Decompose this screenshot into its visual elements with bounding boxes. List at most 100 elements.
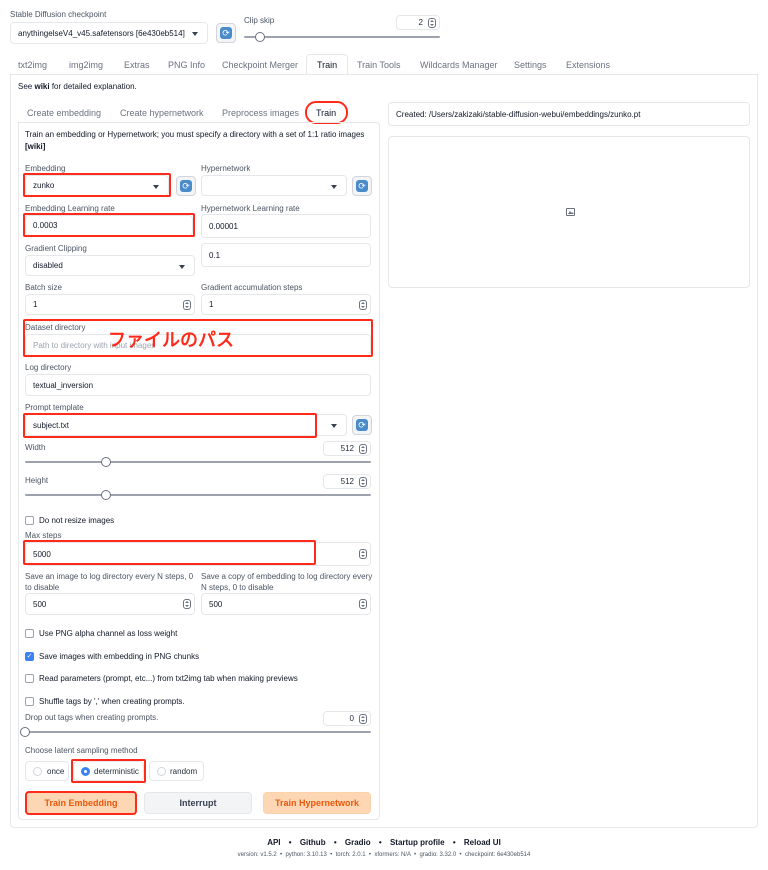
checkpoint-dropdown[interactable]: anythingelseV4_v45.safetensors [6e430eb5… [10, 22, 208, 44]
width-input[interactable]: 512 [323, 441, 371, 456]
height-input[interactable]: 512 [323, 474, 371, 489]
subtab-train[interactable]: Train [316, 108, 336, 118]
subtab-create-embedding[interactable]: Create embedding [27, 108, 101, 118]
train-embedding-button[interactable]: Train Embedding [25, 791, 137, 815]
chevron-down-icon [179, 264, 185, 269]
tab-img2img[interactable]: img2img [69, 60, 103, 70]
latent-sampling-label: Choose latent sampling method [25, 746, 138, 755]
hypernetwork-refresh-button[interactable]: ⟳ [352, 176, 372, 196]
grad-accumulation-input[interactable]: 1 [201, 294, 371, 315]
hypernetwork-lr-input[interactable]: 0.00001 [201, 214, 371, 238]
stepper-icon [359, 549, 367, 559]
footer-link-gradio[interactable]: Gradio [345, 838, 371, 847]
radio-once[interactable]: once [25, 761, 69, 781]
clip-skip-handle[interactable] [254, 32, 265, 42]
max-steps-label: Max steps [25, 531, 62, 540]
footer-links: API • Github • Gradio • Startup profile … [267, 838, 501, 847]
hypernetwork-lr-label: Hypernetwork Learning rate [201, 204, 300, 213]
embedding-refresh-button[interactable]: ⟳ [176, 176, 196, 196]
log-directory-label: Log directory [25, 363, 72, 372]
gradient-clipping-label: Gradient Clipping [25, 244, 87, 253]
checkpoint-refresh-button[interactable]: ⟳ [216, 23, 236, 43]
footer-link-api[interactable]: API [267, 838, 280, 847]
dropout-label: Drop out tags when creating prompts. [25, 713, 159, 722]
tab-train[interactable]: Train [317, 60, 337, 70]
read-params-label: Read parameters (prompt, etc...) from tx… [39, 674, 298, 683]
stepper-icon [359, 476, 367, 487]
stepper-icon [428, 17, 436, 28]
refresh-icon: ⟳ [220, 27, 232, 39]
image-placeholder-icon [566, 208, 575, 216]
wiki-note: See wiki for detailed explanation. [18, 82, 137, 91]
output-status: Created: /Users/zakizaki/stable-diffusio… [388, 102, 750, 126]
refresh-icon: ⟳ [356, 419, 368, 431]
footer-version: version: v1.5.2 • python: 3.10.13 • torc… [237, 852, 531, 858]
gradient-clipping-dropdown[interactable]: disabled [25, 255, 195, 276]
stepper-icon [359, 443, 367, 454]
save-png-label: Save images with embedding in PNG chunks [39, 652, 200, 661]
save-embedding-interval-label: Save a copy of embedding to log director… [201, 572, 373, 592]
tab-train-tools[interactable]: Train Tools [357, 60, 401, 70]
clip-skip-label: Clip skip [244, 16, 275, 25]
subtab-preprocess-images[interactable]: Preprocess images [222, 108, 299, 118]
no-resize-checkbox[interactable] [25, 516, 34, 525]
checkpoint-value: anythingelseV4_v45.safetensors [6e430eb5… [18, 28, 185, 38]
chevron-down-icon [331, 424, 337, 428]
height-track[interactable] [25, 494, 371, 496]
shuffle-tags-checkbox[interactable] [25, 697, 34, 706]
embedding-lr-label: Embedding Learning rate [25, 204, 115, 213]
save-image-interval-input[interactable]: 500 [25, 593, 195, 615]
no-resize-label: Do not resize images [39, 516, 115, 525]
interrupt-button[interactable]: Interrupt [144, 792, 252, 814]
save-png-checkbox[interactable]: ✓ [25, 652, 34, 661]
gradient-clipping-value-input[interactable]: 0.1 [201, 243, 371, 267]
dropout-track[interactable] [25, 731, 371, 733]
save-embedding-interval-input[interactable]: 500 [201, 593, 371, 615]
footer-link-startup-profile[interactable]: Startup profile [390, 838, 445, 847]
hypernetwork-dropdown[interactable] [201, 175, 347, 196]
tab-extensions[interactable]: Extensions [566, 60, 610, 70]
height-label: Height [25, 476, 49, 485]
width-track[interactable] [25, 461, 371, 463]
stepper-icon [359, 713, 367, 724]
dataset-annotation-text: ファイルのパス [108, 330, 234, 350]
tab-checkpoint-merger[interactable]: Checkpoint Merger [222, 60, 298, 70]
clip-skip-input[interactable]: 2 [396, 15, 440, 30]
tab-settings[interactable]: Settings [514, 60, 547, 70]
tab-txt2img[interactable]: txt2img [18, 60, 47, 70]
stepper-icon [183, 599, 191, 609]
batch-size-input[interactable]: 1 [25, 294, 195, 315]
radio-random-icon [157, 767, 166, 776]
tab-extras[interactable]: Extras [124, 60, 150, 70]
embedding-label: Embedding [25, 164, 66, 173]
refresh-icon: ⟳ [356, 180, 368, 192]
prompt-template-refresh-button[interactable]: ⟳ [352, 415, 372, 435]
save-image-interval-label: Save an image to log directory every N s… [25, 572, 194, 592]
tab-png-info[interactable]: PNG Info [168, 60, 205, 70]
dropout-input[interactable]: 0 [323, 711, 371, 726]
read-params-checkbox[interactable] [25, 674, 34, 683]
batch-size-label: Batch size [25, 283, 62, 292]
log-directory-input[interactable]: textual_inversion [25, 374, 371, 396]
checkpoint-label: Stable Diffusion checkpoint [10, 10, 107, 19]
hypernetwork-label: Hypernetwork [201, 164, 251, 173]
train-hypernetwork-button[interactable]: Train Hypernetwork [263, 792, 371, 814]
wiki-link[interactable]: wiki [34, 82, 49, 91]
intro-wiki-link[interactable]: [wiki] [25, 142, 45, 151]
clip-skip-track[interactable] [244, 36, 440, 38]
refresh-icon: ⟳ [180, 180, 192, 192]
embedding-lr-annotation [23, 213, 195, 237]
radio-random[interactable]: random [149, 761, 204, 781]
png-alpha-checkbox[interactable] [25, 629, 34, 638]
chevron-down-icon [192, 32, 198, 36]
subtab-create-hypernetwork[interactable]: Create hypernetwork [120, 108, 204, 118]
png-alpha-label: Use PNG alpha channel as loss weight [39, 629, 178, 638]
footer-link-reload-ui[interactable]: Reload UI [464, 838, 501, 847]
tab-wildcards-manager[interactable]: Wildcards Manager [420, 60, 498, 70]
footer-link-github[interactable]: Github [300, 838, 326, 847]
stepper-icon [359, 299, 367, 310]
chevron-down-icon [331, 184, 337, 189]
embedding-annotation [23, 173, 171, 197]
dropout-handle[interactable] [20, 727, 30, 737]
output-gallery [388, 136, 750, 288]
